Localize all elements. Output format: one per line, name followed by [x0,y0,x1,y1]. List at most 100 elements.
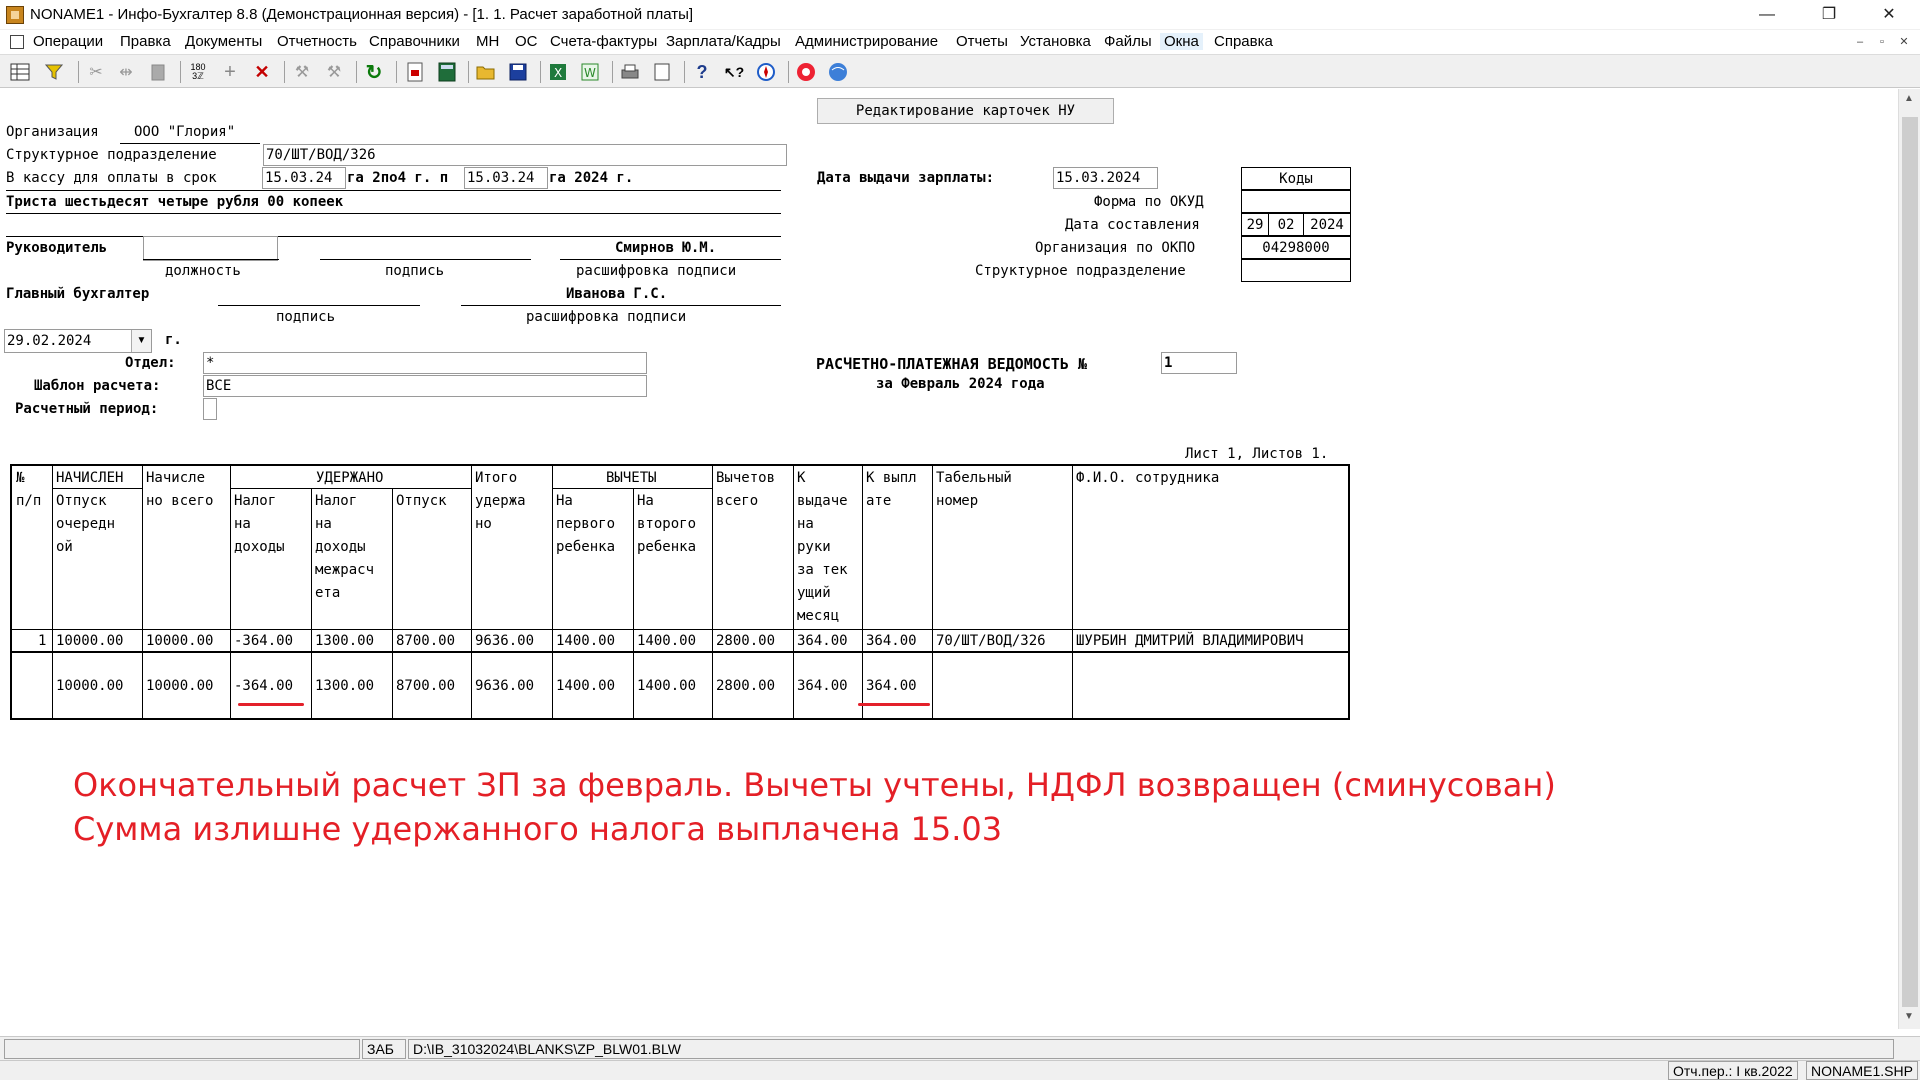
chevron-down-icon[interactable]: ▼ [131,330,151,352]
context-help-icon[interactable]: ↖? [722,60,746,84]
menu-references[interactable]: Справочники [365,33,464,50]
menu-salary[interactable]: Зарплата/Кадры [662,33,785,50]
delete-icon[interactable]: ✕ [250,60,274,84]
col-accrued-total-2: но всего [146,493,214,509]
help-icon[interactable]: ? [690,60,714,84]
dept-field[interactable]: * [203,352,647,374]
okpo-value: 04298000 [1241,236,1351,259]
split-icon[interactable]: ⇹ [114,60,138,84]
menu-edit[interactable]: Правка [116,33,175,50]
mdi-close-icon[interactable]: ✕ [1896,34,1912,50]
okpo-label: Организация по ОКПО [1035,240,1196,256]
mdi-restore-icon[interactable]: ▫ [1874,34,1890,50]
cash-to-field[interactable]: 15.03.24 [464,167,548,189]
menu-files[interactable]: Файлы [1100,33,1156,50]
template-label: Шаблон расчета: [34,378,161,394]
date-picker[interactable]: 29.02.2024 ▼ [4,329,152,353]
toolbar-separator [356,61,357,83]
statement-number: 1 [1164,355,1173,371]
menu-bar: Операции Правка Документы Отчетность Спр… [0,30,1920,54]
tool2-icon[interactable]: ⚒ [322,60,346,84]
date-comp-label: Дата составления [1065,217,1200,233]
menu-mn[interactable]: МН [472,33,503,50]
edit-cards-button[interactable]: Редактирование карточек НУ [817,98,1114,124]
signature-caption-2: подпись [276,309,336,325]
cash-label: В кассу для оплаты в срок [6,170,217,186]
total-withheld-total: 9636.00 [475,678,535,694]
period-field[interactable] [203,398,217,420]
scroll-thumb[interactable] [1902,117,1918,1007]
add-icon[interactable]: + [218,60,242,84]
lifebuoy-icon[interactable] [794,60,818,84]
menu-documents[interactable]: Документы [181,33,266,50]
cell-accrued-total: 10000.00 [146,633,214,649]
restore-button[interactable]: ❐ [1806,0,1852,30]
col-income-tax-1: Налог [234,493,277,509]
menu-help[interactable]: Справка [1210,33,1277,50]
pay-date-field[interactable]: 15.03.2024 [1053,167,1158,189]
print-icon[interactable] [618,60,642,84]
vertical-scrollbar[interactable]: ▲ ▼ [1898,89,1920,1029]
col-to-pay-2: выдаче [797,493,848,509]
open-folder-icon[interactable] [474,60,498,84]
numbers-icon[interactable]: 180 3ℤ [186,60,210,84]
compass-icon[interactable] [754,60,778,84]
paste-icon[interactable] [146,60,170,84]
cash-from-field[interactable]: 15.03.24 [262,167,346,189]
cash-underline [6,190,781,191]
col-to-pay-7: месяц [797,608,840,624]
col-income-tax-int-1: Налог [315,493,358,509]
globe-icon[interactable] [826,60,850,84]
document-icon[interactable] [10,35,24,49]
window-title: NONAME1 - Инфо-Бухгалтер 8.8 (Демонстрац… [30,6,694,23]
close-button[interactable]: ✕ [1866,0,1912,30]
struct-field[interactable]: 70/ШТ/ВОД/326 [263,144,787,166]
calculator-icon[interactable] [435,60,459,84]
filter-icon[interactable] [42,60,66,84]
report-icon[interactable] [403,60,427,84]
cell-income-tax-interval: 1300.00 [315,633,375,649]
scroll-down-icon[interactable]: ▼ [1904,1011,1914,1022]
col-income-tax-2: на [234,516,251,532]
table-icon[interactable] [8,60,32,84]
preview-icon[interactable] [650,60,674,84]
col-first-child-3: ребенка [556,539,616,555]
menu-reporting[interactable]: Отчетность [273,33,361,50]
red-underline-payout [858,703,930,706]
cut-icon[interactable]: ✂ [84,60,108,84]
minimize-button[interactable]: — [1744,0,1790,30]
amount-words: Триста шестьдесят четыре рубля 00 копеек [6,194,344,210]
status-bar: ЗАБ D:\IB_31032024\BLANKS\ZP_BLW01.BLW [0,1036,1920,1060]
menu-admin[interactable]: Администрирование [791,33,942,50]
word-icon[interactable]: W [578,60,602,84]
scroll-up-icon[interactable]: ▲ [1904,93,1914,104]
save-icon[interactable] [506,60,530,84]
col-to-pay-5: за тек [797,562,848,578]
refresh-icon[interactable]: ↻ [362,60,386,84]
col-first-child-2: первого [556,516,616,532]
col-second-child-2: второго [637,516,697,532]
tool-icon[interactable]: ⚒ [290,60,314,84]
col-income-tax-int-2: на [315,516,332,532]
cash-from-value: 15.03.24 [265,170,333,186]
cell-deductions-total: 2800.00 [716,633,776,649]
menu-reports[interactable]: Отчеты [952,33,1012,50]
total-second-child: 1400.00 [637,678,697,694]
bottom-bar: Отч.пер.: I кв.2022 NONAME1.SHP [0,1060,1920,1080]
col-vacation-3: ой [56,539,73,555]
template-field[interactable]: ВСЕ [203,375,647,397]
mdi-minimize-icon[interactable]: – [1852,34,1868,50]
excel-icon[interactable]: X [546,60,570,84]
svg-text:W: W [584,66,596,80]
head-position-field[interactable] [143,236,278,261]
day-value: 29 [1241,213,1269,236]
col-deductions-total-1: Вычетов [716,470,776,486]
menu-windows[interactable]: Окна [1160,33,1203,50]
annotation-line-2: Сумма излишне удержанного налога выплаче… [73,810,1003,848]
menu-invoices[interactable]: Счета-фактуры [546,33,661,50]
toolbar-separator [468,61,469,83]
menu-operations[interactable]: Операции [29,33,107,50]
statement-number-field[interactable]: 1 [1161,352,1237,374]
menu-os[interactable]: ОС [511,33,542,50]
menu-settings[interactable]: Установка [1016,33,1095,50]
